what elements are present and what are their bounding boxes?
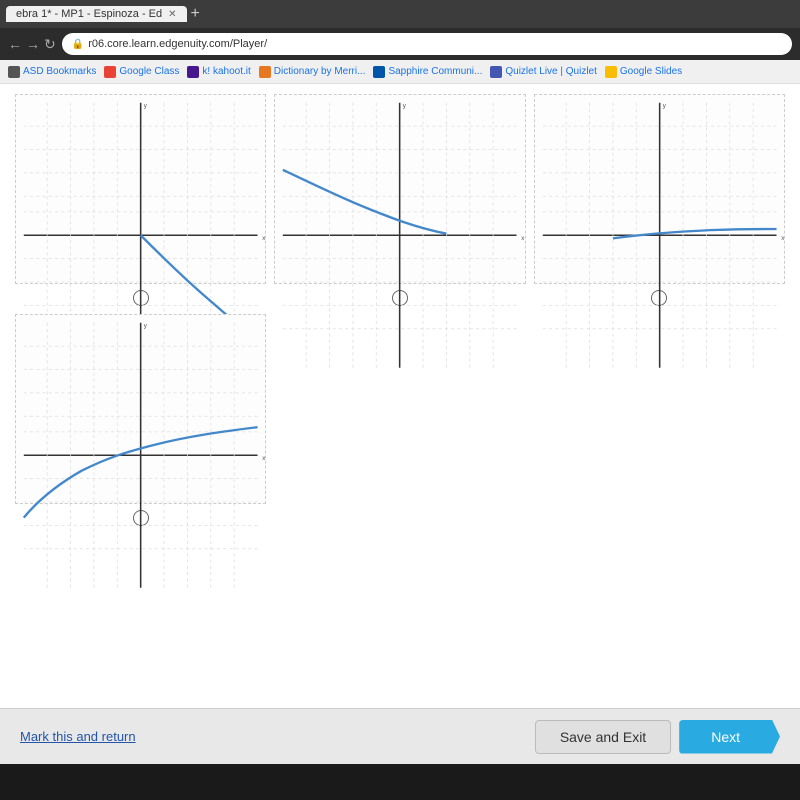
kahoot-icon: [187, 66, 199, 78]
svg-text:x: x: [522, 235, 525, 242]
quizlet-icon: [490, 66, 502, 78]
svg-text:y: y: [144, 322, 148, 329]
graph-item-4: x y: [15, 314, 266, 526]
graph-item-2: x y: [274, 94, 525, 306]
svg-text:y: y: [403, 102, 407, 109]
bookmark-google-class[interactable]: Google Class: [104, 66, 179, 78]
address-bar-row: ← → ↻ 🔒 r06.core.learn.edgenuity.com/Pla…: [0, 28, 800, 60]
url-text: r06.core.learn.edgenuity.com/Player/: [88, 38, 267, 50]
svg-text:y: y: [662, 102, 666, 109]
graphs-top-row: x y: [15, 94, 785, 306]
graph-svg-3: x y: [535, 95, 784, 375]
bookmark-icon: [8, 66, 20, 78]
active-tab[interactable]: ebra 1* - MP1 - Espinoza - Ed ✕: [6, 6, 187, 22]
svg-text:x: x: [262, 455, 265, 462]
graph-item-3: x y: [534, 94, 785, 306]
forward-button[interactable]: →: [26, 36, 40, 52]
back-button[interactable]: ←: [8, 36, 22, 52]
dictionary-icon: [259, 66, 271, 78]
lock-icon: 🔒: [72, 39, 84, 50]
quiz-area: x y: [0, 84, 800, 708]
graph-box-1: x y: [15, 94, 266, 284]
graph-svg-4: x y: [16, 315, 265, 595]
tab-close-icon[interactable]: ✕: [168, 9, 176, 20]
svg-text:x: x: [781, 235, 784, 242]
svg-text:y: y: [144, 102, 148, 109]
bookmark-slides[interactable]: Google Slides: [605, 66, 682, 78]
new-tab-icon[interactable]: +: [191, 5, 200, 23]
next-button[interactable]: Next: [679, 720, 780, 754]
save-exit-button[interactable]: Save and Exit: [535, 720, 671, 754]
bookmark-dictionary[interactable]: Dictionary by Merri...: [259, 66, 366, 78]
bottom-bar: Mark this and return Save and Exit Next: [0, 708, 800, 764]
bookmark-asd[interactable]: ASD Bookmarks: [8, 66, 96, 78]
address-bar[interactable]: 🔒 r06.core.learn.edgenuity.com/Player/: [62, 33, 792, 55]
button-group: Save and Exit Next: [535, 720, 780, 754]
nav-buttons: ← → ↻: [8, 36, 56, 53]
sapphire-icon: [373, 66, 385, 78]
bookmark-sapphire[interactable]: Sapphire Communi...: [373, 66, 482, 78]
graph-box-2: x y: [274, 94, 525, 284]
slides-icon: [605, 66, 617, 78]
google-class-icon: [104, 66, 116, 78]
mark-return-link[interactable]: Mark this and return: [20, 729, 136, 744]
tab-bar: ebra 1* - MP1 - Espinoza - Ed ✕ +: [0, 0, 800, 28]
graph-svg-2: x y: [275, 95, 524, 375]
svg-text:x: x: [262, 235, 265, 242]
graph-box-4: x y: [15, 314, 266, 504]
tab-title: ebra 1* - MP1 - Espinoza - Ed: [16, 8, 162, 20]
graph-box-3: x y: [534, 94, 785, 284]
refresh-button[interactable]: ↻: [44, 36, 56, 53]
graph-item-1: x y: [15, 94, 266, 306]
bookmark-quizlet[interactable]: Quizlet Live | Quizlet: [490, 66, 597, 78]
bookmark-kahoot[interactable]: k! kahoot.it: [187, 66, 250, 78]
main-content: x y: [0, 84, 800, 764]
bookmarks-bar: ASD Bookmarks Google Class k! kahoot.it …: [0, 60, 800, 84]
